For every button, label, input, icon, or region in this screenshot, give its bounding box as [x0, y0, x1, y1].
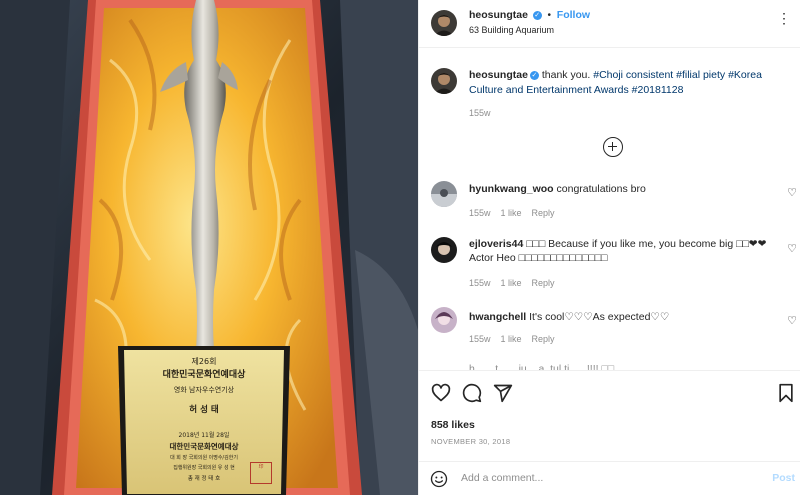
reply-button[interactable]: Reply [532, 208, 555, 218]
comment-meta: 155w 1 like Reply [469, 334, 555, 344]
share-icon[interactable] [493, 383, 513, 403]
heart-icon[interactable]: ♡ [787, 186, 797, 199]
plaque-recipient: 허 성 태 [189, 405, 219, 415]
avatar-photo-icon [431, 237, 457, 263]
avatar-photo-icon [431, 307, 457, 333]
avatar-photo-icon [431, 181, 457, 207]
comment: ejloveris44 □□□ Because if you like me, … [469, 237, 779, 265]
post-header: heosungtae ✓ • Follow 63 Building Aquari… [419, 0, 800, 48]
post-comment-button[interactable]: Post [772, 472, 795, 484]
comment-username[interactable]: ejloveris44 [469, 238, 523, 250]
verified-badge-icon: ✓ [529, 71, 539, 80]
plus-circle-icon[interactable] [603, 137, 623, 157]
commenter-avatar[interactable] [431, 307, 457, 333]
heart-icon[interactable]: ♡ [787, 242, 797, 255]
comment-likes[interactable]: 1 like [501, 278, 522, 288]
like-count[interactable]: 858 likes [431, 419, 475, 431]
verified-badge-icon: ✓ [532, 11, 542, 20]
hashtag-link[interactable]: #20181128 [632, 84, 684, 96]
comment-partial: h... ...t... ...iu... a..tul.ti... ..!!!… [469, 363, 615, 370]
plaque-category: 영화 남자우수연기상 [173, 386, 235, 394]
commenter-avatar[interactable] [431, 237, 457, 263]
comment-username[interactable]: hwangchell [469, 311, 526, 323]
comments-area[interactable]: heosungtae ✓ thank you. #Choji consistent… [419, 48, 800, 370]
comment-age[interactable]: 155w [469, 208, 491, 218]
bookmark-icon[interactable] [777, 383, 795, 403]
hashtag-link[interactable]: #filial piety [676, 69, 725, 81]
caption-avatar[interactable] [431, 68, 457, 94]
avatar-photo-icon [431, 10, 457, 36]
post-caption: heosungtae ✓ thank you. #Choji consistent… [469, 68, 791, 97]
red-seal-stamp: 印 [250, 462, 272, 484]
plaque-chair: 대 회 장 국회의원 이명수/김한기 [170, 455, 238, 461]
comment-text: It's cool♡♡♡As expected♡♡ [529, 311, 670, 323]
author-username[interactable]: heosungtae [469, 9, 528, 21]
comment-age[interactable]: 155w [469, 334, 491, 344]
header-user-row: heosungtae ✓ • Follow [469, 9, 590, 21]
caption-text: thank you. [541, 69, 591, 81]
post-photo[interactable]: 제26회 대한민국문화연예대상 영화 남자우수연기상 허 성 태 2018년 1… [0, 0, 418, 495]
award-plaque: 제26회 대한민국문화연예대상 영화 남자우수연기상 허 성 태 2018년 1… [122, 348, 286, 494]
comment-input[interactable] [461, 472, 741, 484]
post-side-panel: heosungtae ✓ • Follow 63 Building Aquari… [418, 0, 800, 495]
post-date[interactable]: NOVEMBER 30, 2018 [431, 437, 510, 446]
comment: hwangchell It's cool♡♡♡As expected♡♡ [469, 310, 779, 324]
author-avatar[interactable] [431, 10, 457, 36]
comment-likes[interactable]: 1 like [501, 334, 522, 344]
comment-likes[interactable]: 1 like [501, 208, 522, 218]
post-actions: 858 likes NOVEMBER 30, 2018 Post [419, 370, 800, 495]
comment-meta: 155w 1 like Reply [469, 278, 555, 288]
comment: hyunkwang_woo congratulations bro [469, 182, 779, 196]
reply-button[interactable]: Reply [532, 334, 555, 344]
comment-icon[interactable] [462, 383, 482, 403]
plaque-organizer: 대한민국문화연예대상 [169, 442, 239, 451]
plaque-date: 2018년 11월 28일 [178, 432, 230, 439]
follow-button[interactable]: Follow [557, 9, 590, 21]
more-options-icon[interactable]: ⋮ [777, 10, 791, 27]
commenter-avatar[interactable] [431, 181, 457, 207]
caption-username[interactable]: heosungtae [469, 69, 528, 81]
add-comment-bar: Post [419, 461, 800, 495]
avatar-photo-icon [431, 68, 457, 94]
reply-button[interactable]: Reply [532, 278, 555, 288]
heart-icon[interactable]: ♡ [787, 314, 797, 327]
emoji-icon[interactable] [430, 470, 448, 488]
comment-text: congratulations bro [556, 183, 646, 195]
heart-icon[interactable] [431, 383, 451, 403]
hashtag-link[interactable]: #Choji consistent [593, 69, 673, 81]
caption-age[interactable]: 155w [469, 108, 491, 118]
plaque-edition: 제26회 [191, 357, 217, 366]
comment-age[interactable]: 155w [469, 278, 491, 288]
plaque-award-name: 대한민국문화연예대상 [162, 370, 246, 380]
post-location[interactable]: 63 Building Aquarium [469, 25, 554, 35]
comment-meta: 155w 1 like Reply [469, 208, 555, 218]
header-separator: • [547, 10, 552, 21]
comment-username[interactable]: hyunkwang_woo [469, 183, 554, 195]
